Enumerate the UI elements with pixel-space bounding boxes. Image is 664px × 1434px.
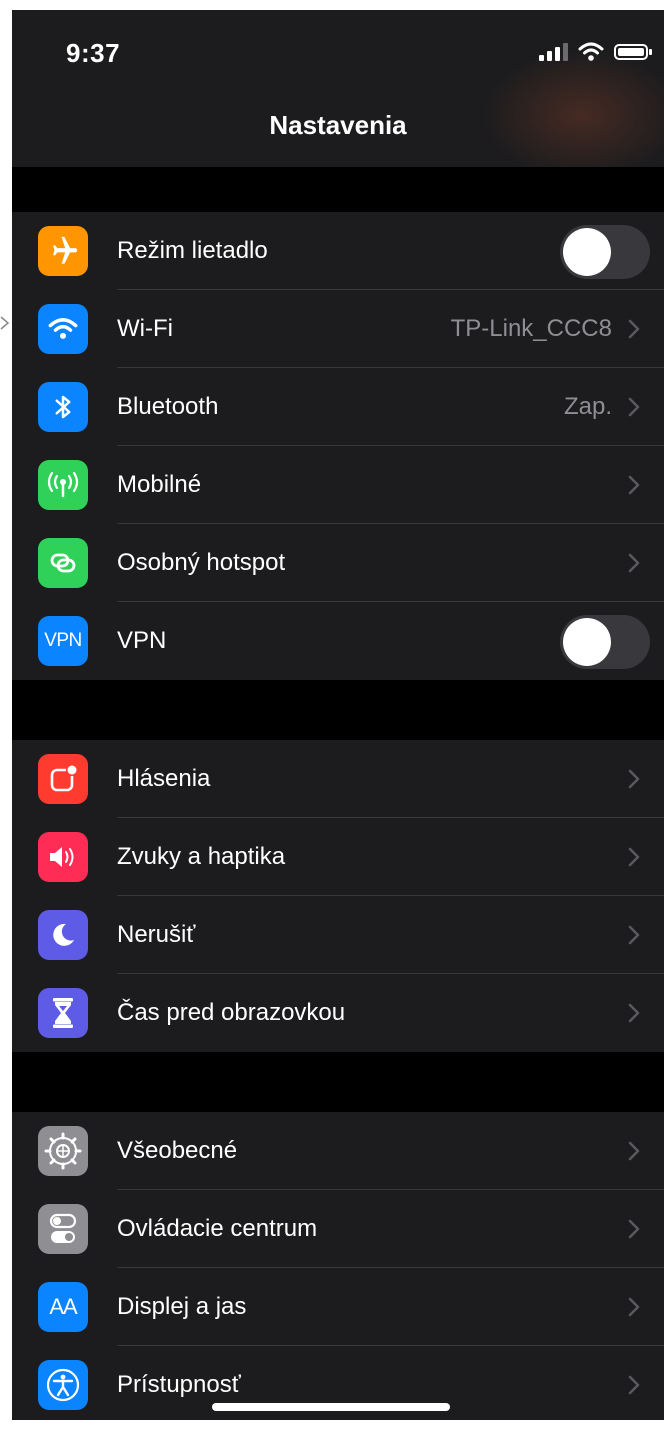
row-sounds-haptics[interactable]: Zvuky a haptika [12,818,664,896]
chevron-right-icon [628,1219,640,1239]
wifi-label: Wi-Fi [117,315,173,342]
speaker-icon [38,832,88,882]
bluetooth-label: Bluetooth [117,393,219,420]
airplane-icon [38,226,88,276]
screen-time-label: Čas pred obrazovkou [117,999,346,1026]
control-center-label: Ovládacie centrum [117,1215,318,1242]
home-indicator[interactable] [212,1403,450,1411]
accessibility-label: Prístupnosť [117,1371,241,1398]
bluetooth-status-value: Zap. [563,393,612,420]
row-bluetooth[interactable]: Bluetooth Zap. [12,368,664,446]
vpn-label: VPN [117,627,167,654]
wifi-status-icon [578,42,604,61]
status-icons [539,42,652,62]
text-size-icon: AA [38,1282,88,1332]
chevron-right-icon [628,1297,640,1317]
general-label: Všeobecné [117,1137,238,1164]
page-title: Nastavenia [269,110,407,140]
chevron-right-icon [628,1141,640,1161]
row-do-not-disturb[interactable]: Nerušiť [12,896,664,974]
gear-icon [38,1126,88,1176]
accessibility-icon [38,1360,88,1410]
hotspot-link-icon [38,538,88,588]
vpn-icon: VPN [38,616,88,666]
cellular-antenna-icon [38,460,88,510]
background-glow [482,50,664,167]
phone-screen: 9:37 Nastavenia Režim lietadlo Wi-Fi TP-… [12,10,664,1420]
chevron-right-icon [628,847,640,867]
moon-icon [38,910,88,960]
row-airplane-mode[interactable]: Režim lietadlo [12,212,664,290]
cellular-signal-icon [539,43,568,61]
row-cellular[interactable]: Mobilné [12,446,664,524]
chevron-right-icon [628,1003,640,1023]
airplane-mode-label: Režim lietadlo [117,237,268,264]
status-time: 9:37 [66,38,121,68]
sounds-haptics-label: Zvuky a haptika [117,843,286,870]
cellular-label: Mobilné [117,471,202,498]
vpn-toggle[interactable] [560,615,650,669]
row-screen-time[interactable]: Čas pred obrazovkou [12,974,664,1052]
chevron-right-icon [628,925,640,945]
chevron-right-icon [628,475,640,495]
section-general: Všeobecné Ovládacie centrum AA Displej a [12,1112,664,1420]
bluetooth-icon [38,382,88,432]
airplane-mode-toggle[interactable] [560,225,650,279]
navigation-header: 9:37 Nastavenia [12,10,664,167]
row-notifications[interactable]: Hlásenia [12,740,664,818]
row-personal-hotspot[interactable]: Osobný hotspot [12,524,664,602]
wifi-network-value: TP-Link_CCC8 [450,315,612,342]
row-wifi[interactable]: Wi-Fi TP-Link_CCC8 [12,290,664,368]
personal-hotspot-label: Osobný hotspot [117,549,286,576]
row-control-center[interactable]: Ovládacie centrum [12,1190,664,1268]
display-brightness-label: Displej a jas [117,1293,247,1320]
do-not-disturb-label: Nerušiť [117,921,196,948]
notifications-icon [38,754,88,804]
row-general[interactable]: Všeobecné [12,1112,664,1190]
chevron-right-icon [628,769,640,789]
wifi-icon [38,304,88,354]
section-notifications: Hlásenia Zvuky a haptika Nerušiť Čas pre… [12,740,664,1052]
row-display-brightness[interactable]: AA Displej a jas [12,1268,664,1346]
switches-icon [38,1204,88,1254]
row-vpn[interactable]: VPN VPN [12,602,664,680]
chevron-right-icon [628,1375,640,1395]
chevron-right-icon [628,553,640,573]
edge-arrow-icon [0,316,10,330]
notifications-label: Hlásenia [117,765,211,792]
chevron-right-icon [628,319,640,339]
hourglass-icon [38,988,88,1038]
battery-icon [614,44,652,60]
section-connectivity: Režim lietadlo Wi-Fi TP-Link_CCC8 Blueto… [12,212,664,680]
chevron-right-icon [628,397,640,417]
